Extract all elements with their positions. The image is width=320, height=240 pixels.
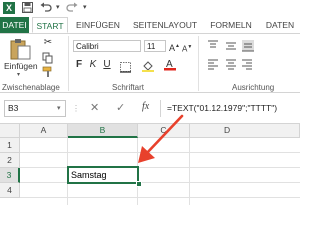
underline-button[interactable]: U bbox=[102, 59, 112, 71]
tab-page-layout[interactable]: SEITENLAYOUT bbox=[128, 17, 202, 33]
paste-icon[interactable] bbox=[8, 38, 32, 60]
increase-font-icon[interactable]: A▲ bbox=[169, 40, 180, 54]
column-header-d[interactable]: D bbox=[190, 124, 300, 138]
row-header-4[interactable]: 4 bbox=[0, 183, 20, 198]
vertical-align-icons[interactable] bbox=[206, 39, 266, 53]
copy-icon[interactable] bbox=[42, 51, 54, 64]
group-divider bbox=[68, 36, 69, 91]
tab-file[interactable]: DATEI bbox=[0, 17, 29, 33]
more-icon: ⋮ bbox=[72, 104, 80, 113]
select-all-corner[interactable] bbox=[0, 124, 20, 138]
clipboard-group-label: Zwischenablage bbox=[2, 83, 60, 92]
font-color-icon[interactable]: A bbox=[164, 58, 176, 71]
row-header-3[interactable]: 3 bbox=[0, 168, 20, 183]
redo-icon[interactable] bbox=[66, 2, 78, 14]
name-box-dropdown-icon[interactable]: ▾ bbox=[57, 104, 61, 112]
column-header-b[interactable]: B bbox=[68, 124, 138, 138]
row-header-2[interactable]: 2 bbox=[0, 153, 20, 168]
format-painter-icon[interactable] bbox=[42, 65, 54, 77]
column-header-a[interactable]: A bbox=[20, 124, 68, 138]
paste-button[interactable]: Einfügen bbox=[4, 61, 40, 71]
undo-dropdown-icon[interactable]: ▾ bbox=[56, 2, 62, 14]
tab-start[interactable]: START bbox=[32, 17, 68, 33]
undo-icon[interactable] bbox=[40, 2, 52, 14]
font-name-select[interactable]: Calibri bbox=[73, 40, 141, 52]
decrease-font-icon[interactable]: A▼ bbox=[182, 41, 192, 56]
save-icon[interactable] bbox=[22, 2, 34, 14]
confirm-icon[interactable]: ✓ bbox=[116, 101, 125, 114]
cancel-icon[interactable]: ✕ bbox=[90, 101, 99, 114]
fill-handle[interactable] bbox=[136, 181, 142, 187]
insert-function-icon[interactable]: fx bbox=[142, 101, 149, 112]
alignment-group-label: Ausrichtung bbox=[232, 83, 275, 92]
group-divider bbox=[198, 36, 199, 91]
fill-color-icon[interactable] bbox=[142, 59, 154, 72]
horizontal-align-icons[interactable] bbox=[206, 58, 266, 72]
borders-icon[interactable] bbox=[120, 60, 132, 73]
paste-dropdown-icon[interactable]: ▾ bbox=[17, 71, 20, 78]
tab-data[interactable]: DATEN bbox=[260, 17, 300, 33]
bold-button[interactable]: F bbox=[74, 59, 84, 71]
font-group-label: Schriftart bbox=[112, 83, 145, 92]
annotation-arrow-icon bbox=[130, 112, 190, 172]
selected-cell-b3[interactable]: Samstag bbox=[67, 166, 139, 184]
qat-more-icon[interactable]: ▾ bbox=[83, 2, 91, 14]
italic-button[interactable]: K bbox=[88, 59, 98, 71]
excel-logo-icon: X bbox=[3, 2, 15, 14]
cut-icon[interactable]: ✂ bbox=[42, 37, 54, 49]
tab-insert[interactable]: EINFÜGEN bbox=[72, 17, 124, 33]
font-size-select[interactable]: 11 bbox=[144, 40, 166, 52]
tab-formulas[interactable]: FORMELN bbox=[206, 17, 256, 33]
row-header-1[interactable]: 1 bbox=[0, 138, 20, 153]
